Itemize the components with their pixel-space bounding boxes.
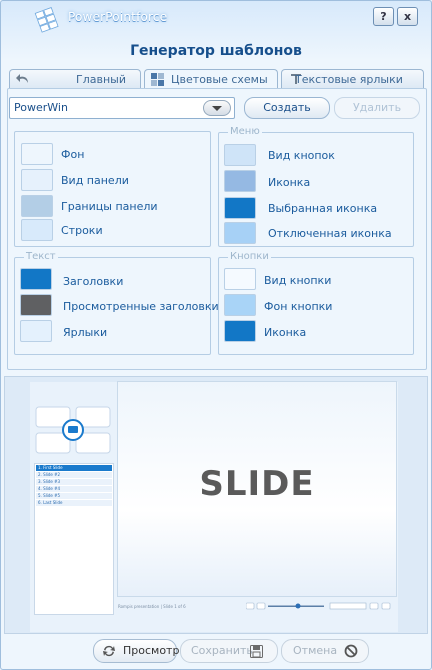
brand-name: PowerPointforce	[68, 10, 168, 24]
menu-disabled-icon-swatch[interactable]	[224, 222, 256, 244]
text-group-legend: Текст	[24, 251, 58, 262]
preview-slide-text: SLIDE	[199, 464, 315, 504]
tab-main-label: Главный	[76, 73, 126, 86]
buttons-group-legend: Кнопки	[228, 251, 271, 262]
list-item: 1. First Slide	[36, 465, 112, 471]
rows-color-swatch[interactable]	[21, 219, 53, 241]
labels-color-label: Ярлыки	[63, 326, 108, 339]
palette-grid-icon	[151, 73, 164, 86]
button-background-label: Фон кнопки	[264, 300, 333, 313]
preview-playback-controls-icon	[246, 602, 391, 610]
floppy-disk-icon	[250, 645, 263, 658]
refresh-icon	[103, 645, 115, 657]
visited-headings-color-label: Просмотренные заголовки	[63, 300, 219, 313]
menu-button-view-label: Вид кнопок	[268, 149, 335, 162]
menu-disabled-icon-label: Отключенная иконка	[268, 227, 392, 240]
headings-color-swatch[interactable]	[20, 268, 52, 290]
panel-view-color-swatch[interactable]	[21, 169, 53, 191]
menu-button-view-swatch[interactable]	[224, 144, 256, 166]
help-button[interactable]: ?	[373, 7, 394, 26]
delete-button[interactable]: Удалить	[334, 97, 420, 119]
menu-selected-icon-label: Выбранная иконка	[268, 202, 378, 215]
button-view-label: Вид кнопки	[264, 274, 332, 287]
cancel-icon	[344, 644, 358, 658]
tab-main[interactable]: Главный	[9, 69, 141, 89]
tab-text-labels[interactable]: Текстовые ярлыки	[281, 69, 424, 89]
list-item: 2. Slide #2	[36, 472, 112, 478]
tab-color-schemes-label: Цветовые схемы	[171, 73, 268, 86]
headings-color-label: Заголовки	[63, 275, 124, 288]
list-item: 5. Slide #5	[36, 493, 112, 499]
menu-icon-label: Иконка	[268, 176, 311, 189]
powerpointforce-logo-icon	[34, 7, 59, 33]
preview-button-label: Просмотр	[123, 644, 180, 657]
menu-icon-swatch[interactable]	[224, 170, 256, 192]
button-icon-label: Иконка	[264, 326, 307, 339]
list-item: 6. Last Slide	[36, 500, 112, 506]
preview-menu-ring-icon	[35, 406, 111, 454]
background-color-swatch[interactable]	[21, 143, 53, 165]
tab-color-schemes[interactable]: Цветовые схемы	[144, 69, 278, 90]
preview-slide-list: 1. First Slide 2. Slide #2 3. Slide #3 4…	[34, 463, 114, 615]
window-title: Генератор шаблонов	[130, 43, 302, 59]
scheme-select-value: PowerWin	[14, 101, 68, 114]
visited-headings-color-swatch[interactable]	[20, 294, 52, 316]
labels-color-swatch[interactable]	[20, 320, 52, 342]
back-arrow-icon	[16, 74, 28, 83]
panel-border-color-label: Границы панели	[61, 200, 158, 213]
cancel-button-label: Отмена	[293, 644, 338, 657]
panel-view-color-label: Вид панели	[61, 174, 129, 187]
list-item: 3. Slide #3	[36, 479, 112, 485]
create-button[interactable]: Создать	[244, 97, 330, 119]
button-background-swatch[interactable]	[224, 294, 256, 316]
chevron-down-icon[interactable]	[203, 100, 231, 116]
menu-group-legend: Меню	[228, 126, 262, 137]
preview-slide: SLIDE	[117, 381, 397, 597]
close-button[interactable]: x	[397, 7, 418, 26]
cancel-button[interactable]: Отмена	[281, 639, 369, 663]
button-view-swatch[interactable]	[224, 268, 256, 290]
preview-button[interactable]: Просмотр	[93, 639, 180, 663]
panel-border-color-swatch[interactable]	[21, 195, 53, 217]
rows-color-label: Строки	[61, 224, 103, 237]
save-button[interactable]: Сохранить	[180, 639, 278, 663]
background-color-label: Фон	[61, 148, 85, 161]
preview-footer-text: Rompis presentation | Slide 1 of 6	[118, 604, 186, 609]
list-item: 4. Slide #4	[36, 486, 112, 492]
tab-text-labels-label: Текстовые ярлыки	[295, 73, 403, 86]
menu-selected-icon-swatch[interactable]	[224, 197, 256, 219]
scheme-select[interactable]: PowerWin	[9, 97, 235, 119]
button-icon-swatch[interactable]	[224, 320, 256, 342]
save-button-label: Сохранить	[191, 644, 253, 657]
